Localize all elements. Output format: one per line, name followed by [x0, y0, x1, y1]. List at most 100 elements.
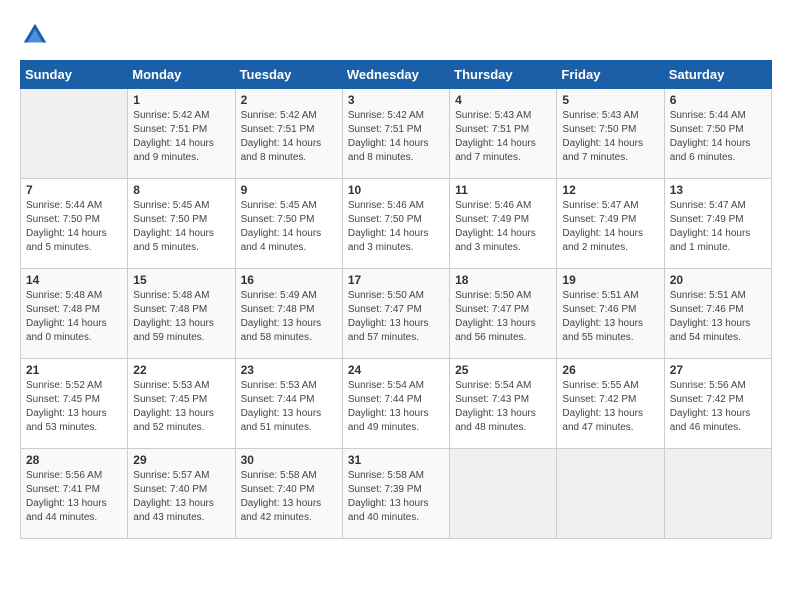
sunset-label: Sunset: 7:47 PM [455, 304, 529, 315]
calendar-cell: 14 Sunrise: 5:48 AM Sunset: 7:48 PM Dayl… [21, 269, 128, 359]
column-header-monday: Monday [128, 61, 235, 89]
calendar-cell: 8 Sunrise: 5:45 AM Sunset: 7:50 PM Dayli… [128, 179, 235, 269]
daylight-label: Daylight: 14 hours and 6 minutes. [670, 138, 751, 163]
sunrise-label: Sunrise: 5:45 AM [241, 200, 317, 211]
day-info: Sunrise: 5:50 AM Sunset: 7:47 PM Dayligh… [348, 289, 444, 345]
day-info: Sunrise: 5:46 AM Sunset: 7:50 PM Dayligh… [348, 199, 444, 255]
day-info: Sunrise: 5:44 AM Sunset: 7:50 PM Dayligh… [670, 109, 766, 165]
day-number: 15 [133, 273, 229, 287]
daylight-label: Daylight: 14 hours and 8 minutes. [241, 138, 322, 163]
sunrise-label: Sunrise: 5:47 AM [670, 200, 746, 211]
column-header-tuesday: Tuesday [235, 61, 342, 89]
sunrise-label: Sunrise: 5:58 AM [241, 470, 317, 481]
calendar-cell: 18 Sunrise: 5:50 AM Sunset: 7:47 PM Dayl… [450, 269, 557, 359]
day-number: 28 [26, 453, 122, 467]
day-number: 24 [348, 363, 444, 377]
calendar-cell: 29 Sunrise: 5:57 AM Sunset: 7:40 PM Dayl… [128, 449, 235, 539]
day-number: 30 [241, 453, 337, 467]
sunset-label: Sunset: 7:48 PM [26, 304, 100, 315]
sunset-label: Sunset: 7:47 PM [348, 304, 422, 315]
sunset-label: Sunset: 7:40 PM [133, 484, 207, 495]
sunrise-label: Sunrise: 5:42 AM [241, 110, 317, 121]
sunset-label: Sunset: 7:45 PM [133, 394, 207, 405]
daylight-label: Daylight: 13 hours and 48 minutes. [455, 408, 536, 433]
sunset-label: Sunset: 7:45 PM [26, 394, 100, 405]
day-number: 1 [133, 93, 229, 107]
day-info: Sunrise: 5:57 AM Sunset: 7:40 PM Dayligh… [133, 469, 229, 525]
calendar-cell: 28 Sunrise: 5:56 AM Sunset: 7:41 PM Dayl… [21, 449, 128, 539]
daylight-label: Daylight: 14 hours and 9 minutes. [133, 138, 214, 163]
day-info: Sunrise: 5:43 AM Sunset: 7:51 PM Dayligh… [455, 109, 551, 165]
daylight-label: Daylight: 14 hours and 3 minutes. [348, 228, 429, 253]
day-number: 4 [455, 93, 551, 107]
day-info: Sunrise: 5:47 AM Sunset: 7:49 PM Dayligh… [670, 199, 766, 255]
day-number: 12 [562, 183, 658, 197]
sunrise-label: Sunrise: 5:54 AM [455, 380, 531, 391]
sunset-label: Sunset: 7:50 PM [670, 124, 744, 135]
day-info: Sunrise: 5:58 AM Sunset: 7:40 PM Dayligh… [241, 469, 337, 525]
daylight-label: Daylight: 14 hours and 5 minutes. [26, 228, 107, 253]
daylight-label: Daylight: 13 hours and 40 minutes. [348, 498, 429, 523]
day-number: 14 [26, 273, 122, 287]
sunrise-label: Sunrise: 5:53 AM [133, 380, 209, 391]
sunrise-label: Sunrise: 5:50 AM [348, 290, 424, 301]
daylight-label: Daylight: 14 hours and 3 minutes. [455, 228, 536, 253]
sunrise-label: Sunrise: 5:42 AM [348, 110, 424, 121]
calendar-cell: 1 Sunrise: 5:42 AM Sunset: 7:51 PM Dayli… [128, 89, 235, 179]
logo-icon [20, 20, 50, 50]
day-number: 27 [670, 363, 766, 377]
calendar-cell: 25 Sunrise: 5:54 AM Sunset: 7:43 PM Dayl… [450, 359, 557, 449]
day-number: 26 [562, 363, 658, 377]
calendar-cell: 15 Sunrise: 5:48 AM Sunset: 7:48 PM Dayl… [128, 269, 235, 359]
sunrise-label: Sunrise: 5:46 AM [455, 200, 531, 211]
calendar-cell: 19 Sunrise: 5:51 AM Sunset: 7:46 PM Dayl… [557, 269, 664, 359]
day-info: Sunrise: 5:49 AM Sunset: 7:48 PM Dayligh… [241, 289, 337, 345]
day-number: 6 [670, 93, 766, 107]
calendar-cell: 13 Sunrise: 5:47 AM Sunset: 7:49 PM Dayl… [664, 179, 771, 269]
calendar-cell: 3 Sunrise: 5:42 AM Sunset: 7:51 PM Dayli… [342, 89, 449, 179]
calendar-cell [664, 449, 771, 539]
calendar-week-row: 21 Sunrise: 5:52 AM Sunset: 7:45 PM Dayl… [21, 359, 772, 449]
calendar-week-row: 28 Sunrise: 5:56 AM Sunset: 7:41 PM Dayl… [21, 449, 772, 539]
sunset-label: Sunset: 7:48 PM [241, 304, 315, 315]
sunrise-label: Sunrise: 5:46 AM [348, 200, 424, 211]
sunset-label: Sunset: 7:49 PM [670, 214, 744, 225]
calendar-table: SundayMondayTuesdayWednesdayThursdayFrid… [20, 60, 772, 539]
sunrise-label: Sunrise: 5:53 AM [241, 380, 317, 391]
day-info: Sunrise: 5:48 AM Sunset: 7:48 PM Dayligh… [26, 289, 122, 345]
calendar-cell: 30 Sunrise: 5:58 AM Sunset: 7:40 PM Dayl… [235, 449, 342, 539]
daylight-label: Daylight: 13 hours and 53 minutes. [26, 408, 107, 433]
sunset-label: Sunset: 7:50 PM [562, 124, 636, 135]
day-info: Sunrise: 5:51 AM Sunset: 7:46 PM Dayligh… [670, 289, 766, 345]
sunrise-label: Sunrise: 5:45 AM [133, 200, 209, 211]
sunset-label: Sunset: 7:40 PM [241, 484, 315, 495]
day-info: Sunrise: 5:45 AM Sunset: 7:50 PM Dayligh… [241, 199, 337, 255]
day-number: 21 [26, 363, 122, 377]
daylight-label: Daylight: 14 hours and 7 minutes. [562, 138, 643, 163]
calendar-week-row: 7 Sunrise: 5:44 AM Sunset: 7:50 PM Dayli… [21, 179, 772, 269]
day-number: 9 [241, 183, 337, 197]
calendar-cell: 24 Sunrise: 5:54 AM Sunset: 7:44 PM Dayl… [342, 359, 449, 449]
calendar-cell: 20 Sunrise: 5:51 AM Sunset: 7:46 PM Dayl… [664, 269, 771, 359]
calendar-cell: 11 Sunrise: 5:46 AM Sunset: 7:49 PM Dayl… [450, 179, 557, 269]
sunset-label: Sunset: 7:51 PM [241, 124, 315, 135]
page-header [20, 20, 772, 50]
calendar-cell: 2 Sunrise: 5:42 AM Sunset: 7:51 PM Dayli… [235, 89, 342, 179]
daylight-label: Daylight: 14 hours and 0 minutes. [26, 318, 107, 343]
daylight-label: Daylight: 14 hours and 4 minutes. [241, 228, 322, 253]
day-number: 19 [562, 273, 658, 287]
sunset-label: Sunset: 7:44 PM [348, 394, 422, 405]
day-info: Sunrise: 5:52 AM Sunset: 7:45 PM Dayligh… [26, 379, 122, 435]
day-info: Sunrise: 5:48 AM Sunset: 7:48 PM Dayligh… [133, 289, 229, 345]
daylight-label: Daylight: 14 hours and 1 minute. [670, 228, 751, 253]
sunset-label: Sunset: 7:50 PM [348, 214, 422, 225]
day-number: 16 [241, 273, 337, 287]
day-number: 22 [133, 363, 229, 377]
sunrise-label: Sunrise: 5:49 AM [241, 290, 317, 301]
calendar-header-row: SundayMondayTuesdayWednesdayThursdayFrid… [21, 61, 772, 89]
sunrise-label: Sunrise: 5:51 AM [562, 290, 638, 301]
daylight-label: Daylight: 13 hours and 47 minutes. [562, 408, 643, 433]
daylight-label: Daylight: 13 hours and 59 minutes. [133, 318, 214, 343]
calendar-week-row: 1 Sunrise: 5:42 AM Sunset: 7:51 PM Dayli… [21, 89, 772, 179]
calendar-cell: 27 Sunrise: 5:56 AM Sunset: 7:42 PM Dayl… [664, 359, 771, 449]
